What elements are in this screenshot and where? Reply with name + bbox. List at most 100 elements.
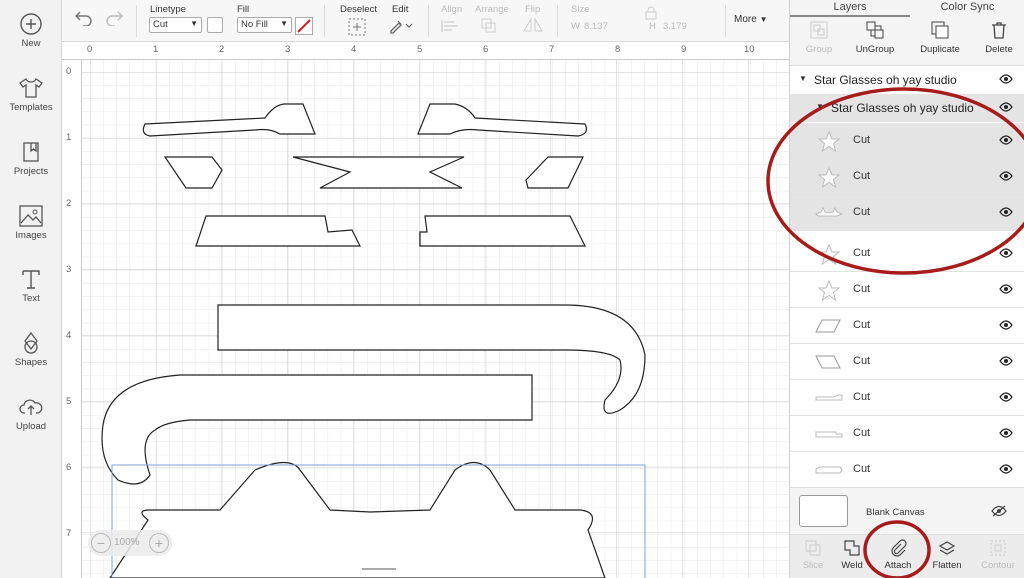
layer-row[interactable]: Cut bbox=[790, 416, 1024, 452]
eye-icon[interactable] bbox=[999, 284, 1013, 294]
sidebar-item-label: New bbox=[21, 38, 41, 49]
sidebar-item-projects[interactable]: Projects bbox=[0, 140, 62, 177]
layer-row[interactable]: Cut bbox=[790, 380, 1024, 416]
ruler-tick-label: 4 bbox=[66, 330, 72, 341]
toolbar-divider bbox=[557, 5, 558, 37]
no-fill-swatch-icon[interactable] bbox=[295, 17, 313, 35]
group-button[interactable]: Group bbox=[790, 20, 848, 55]
eye-icon[interactable] bbox=[999, 248, 1013, 258]
sidebar-item-label: Images bbox=[15, 230, 47, 241]
eye-icon[interactable] bbox=[999, 207, 1013, 217]
layer-row[interactable]: Cut bbox=[790, 452, 1024, 487]
ruler-tick-label: 9 bbox=[681, 44, 687, 55]
deselect-icon[interactable] bbox=[348, 18, 366, 36]
flip-label: Flip bbox=[525, 4, 541, 15]
linetype-select[interactable]: Cut ▼ bbox=[149, 17, 202, 33]
linetype-color-swatch[interactable] bbox=[207, 17, 223, 33]
sidebar-item-label: Templates bbox=[9, 102, 53, 113]
linetype-label: Linetype bbox=[150, 4, 186, 15]
eye-off-icon[interactable] bbox=[991, 505, 1007, 517]
ruler-tick-label: 7 bbox=[549, 44, 555, 55]
flip-icon bbox=[523, 17, 543, 32]
sidebar-item-label: Text bbox=[22, 293, 40, 304]
zoom-in-button[interactable]: + bbox=[149, 533, 169, 553]
weld-button[interactable]: Weld bbox=[829, 539, 875, 571]
group-icon bbox=[810, 21, 828, 39]
chevron-down-icon: ▼ bbox=[190, 19, 198, 28]
sidebar-item-upload[interactable]: Upload bbox=[0, 395, 62, 432]
weld-icon bbox=[844, 540, 860, 556]
blank-canvas-row[interactable]: Blank Canvas bbox=[790, 487, 1024, 534]
eye-icon[interactable] bbox=[999, 171, 1013, 181]
size-w-input[interactable]: 8.137 bbox=[584, 21, 608, 32]
size-h-input[interactable]: 3.179 bbox=[663, 21, 687, 32]
eye-icon[interactable] bbox=[999, 74, 1013, 84]
layers-list: ▼ Star Glasses oh yay studio ▼ Star Glas… bbox=[790, 65, 1024, 487]
bottom-actions-bar: Slice Weld Attach Flatten Contour bbox=[790, 534, 1024, 578]
layer-row[interactable]: Cut bbox=[790, 159, 1024, 195]
ungroup-button[interactable]: UnGroup bbox=[846, 20, 904, 55]
trash-icon bbox=[992, 22, 1006, 39]
eye-icon[interactable] bbox=[999, 135, 1013, 145]
sidebar-item-text[interactable]: Text bbox=[0, 267, 62, 304]
duplicate-icon bbox=[931, 21, 949, 39]
ruler-tick-label: 3 bbox=[66, 264, 72, 275]
layer-row[interactable]: Cut bbox=[790, 236, 1024, 272]
chevron-down-icon: ▼ bbox=[280, 19, 288, 28]
sidebar-item-images[interactable]: Images bbox=[0, 204, 62, 241]
fill-value: No Fill bbox=[241, 19, 268, 30]
caret-down-icon[interactable]: ▼ bbox=[799, 74, 807, 83]
redo-icon[interactable] bbox=[104, 10, 124, 26]
plus-circle-icon bbox=[20, 13, 42, 35]
sidebar-item-shapes[interactable]: Shapes bbox=[0, 331, 62, 368]
eye-icon[interactable] bbox=[999, 428, 1013, 438]
layer-row[interactable]: Cut bbox=[790, 195, 1024, 231]
sidebar-item-templates[interactable]: Templates bbox=[0, 76, 62, 113]
more-menu-button[interactable]: More ▼ bbox=[734, 14, 768, 25]
sidebar-item-new[interactable]: New bbox=[0, 12, 62, 49]
star-thumbnail-icon bbox=[817, 279, 841, 301]
blank-canvas-swatch[interactable] bbox=[799, 495, 848, 527]
contour-icon bbox=[990, 540, 1006, 556]
tab-color-sync[interactable]: Color Sync bbox=[910, 0, 1024, 17]
layer-row[interactable]: Cut bbox=[790, 272, 1024, 308]
layers-panel: Layers Color Sync Group UnGroup Duplicat… bbox=[789, 0, 1024, 578]
ruler-tick-label: 10 bbox=[744, 44, 755, 55]
zoom-out-button[interactable]: − bbox=[91, 533, 111, 553]
fill-select[interactable]: No Fill ▼ bbox=[237, 17, 292, 33]
ruler-tick-label: 0 bbox=[87, 44, 93, 55]
linetype-value: Cut bbox=[153, 19, 168, 30]
layer-group-inner[interactable]: ▼ Star Glasses oh yay studio bbox=[790, 94, 1024, 122]
layer-group-outer[interactable]: ▼ Star Glasses oh yay studio bbox=[790, 66, 1024, 94]
star-thumbnail-icon bbox=[817, 130, 841, 152]
caret-down-icon[interactable]: ▼ bbox=[816, 102, 824, 111]
layer-row[interactable]: Cut bbox=[790, 123, 1024, 159]
edit-tools-icon[interactable] bbox=[388, 18, 414, 34]
undo-icon[interactable] bbox=[74, 10, 94, 26]
delete-button[interactable]: Delete bbox=[970, 20, 1024, 55]
group-name: Star Glasses oh yay studio bbox=[814, 73, 957, 87]
attach-button[interactable]: Attach bbox=[875, 539, 921, 571]
eye-icon[interactable] bbox=[999, 464, 1013, 474]
layer-row[interactable]: Cut bbox=[790, 344, 1024, 380]
tab-layers[interactable]: Layers bbox=[790, 0, 910, 17]
bar-thumbnail-icon bbox=[815, 394, 843, 401]
flatten-button[interactable]: Flatten bbox=[924, 539, 970, 571]
tshirt-icon bbox=[19, 78, 43, 98]
slice-label: Slice bbox=[802, 560, 824, 571]
bar-thumbnail-icon bbox=[815, 431, 843, 438]
design-canvas[interactable] bbox=[62, 42, 789, 578]
layer-name: Cut bbox=[853, 427, 871, 439]
toolbar-divider bbox=[725, 5, 726, 37]
eye-icon[interactable] bbox=[999, 102, 1013, 112]
eye-icon[interactable] bbox=[999, 356, 1013, 366]
layer-name: Cut bbox=[853, 247, 871, 259]
band-right bbox=[419, 215, 586, 247]
lock-icon[interactable] bbox=[645, 6, 657, 20]
contour-button[interactable]: Contour bbox=[975, 539, 1021, 571]
duplicate-button[interactable]: Duplicate bbox=[911, 20, 969, 55]
eye-icon[interactable] bbox=[999, 320, 1013, 330]
layer-row[interactable]: Cut bbox=[790, 308, 1024, 344]
canvas-drawing bbox=[62, 42, 789, 578]
eye-icon[interactable] bbox=[999, 392, 1013, 402]
